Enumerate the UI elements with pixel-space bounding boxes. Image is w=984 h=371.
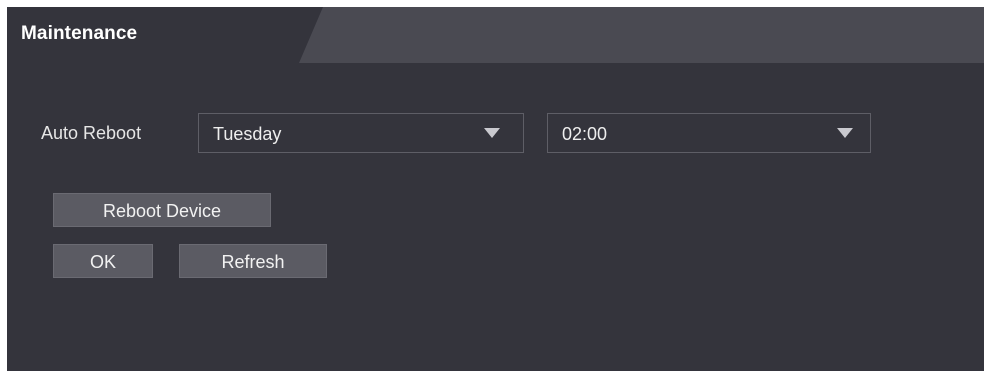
auto-reboot-day-select[interactable]: Tuesday	[198, 113, 524, 153]
tab-maintenance[interactable]: Maintenance	[21, 23, 137, 45]
auto-reboot-time-select[interactable]: 02:00	[547, 113, 871, 153]
ok-button[interactable]: OK	[53, 244, 153, 278]
chevron-down-icon	[484, 128, 500, 138]
auto-reboot-label: Auto Reboot	[41, 123, 142, 143]
reboot-device-button[interactable]: Reboot Device	[53, 193, 271, 227]
chevron-down-icon	[837, 128, 853, 138]
auto-reboot-day-value: Tuesday	[213, 124, 282, 144]
refresh-button[interactable]: Refresh	[179, 244, 327, 278]
tab-bar: Maintenance	[7, 7, 984, 63]
auto-reboot-time-value: 02:00	[562, 124, 608, 144]
maintenance-panel: Maintenance Auto Reboot Tuesday 02:00 Re…	[7, 7, 984, 371]
